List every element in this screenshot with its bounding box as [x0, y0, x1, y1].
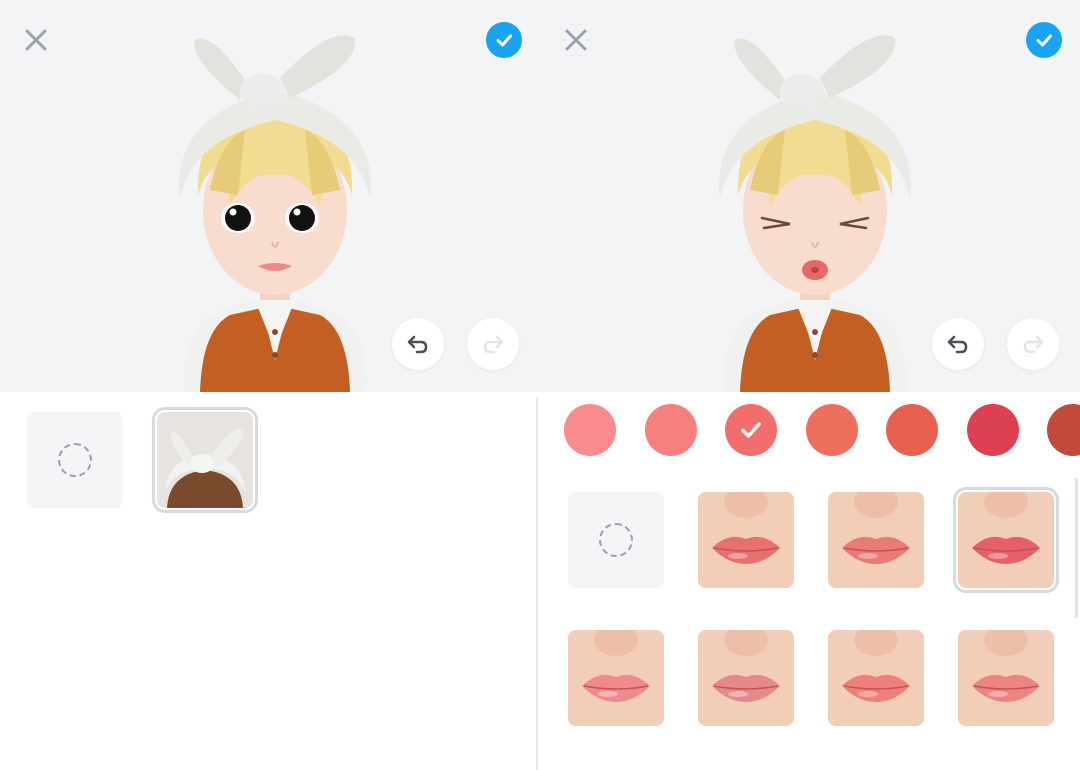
color-swatch[interactable] — [886, 404, 938, 456]
redo-icon — [1023, 335, 1044, 354]
undo-icon — [407, 335, 428, 354]
color-swatch[interactable] — [644, 404, 697, 456]
lips-thumbnail — [958, 630, 1054, 726]
lips-thumbnail — [698, 492, 794, 588]
check-circle-icon — [496, 34, 512, 47]
check-icon — [741, 422, 761, 438]
avatar-preview — [0, 0, 540, 392]
avatar-3d — [719, 35, 911, 392]
lips-thumbnail — [828, 630, 924, 726]
lip-color-swatches — [540, 404, 1080, 462]
color-swatch[interactable] — [725, 404, 777, 456]
item-lips-style-4[interactable] — [568, 630, 664, 726]
item-lips-style-5[interactable] — [698, 630, 794, 726]
color-swatch[interactable] — [966, 404, 1019, 456]
redo-button[interactable] — [467, 318, 519, 370]
undo-button[interactable] — [932, 318, 984, 370]
close-icon — [565, 29, 587, 51]
panel-divider — [536, 398, 538, 770]
item-lips-style-6[interactable] — [828, 630, 924, 726]
undo-icon — [947, 335, 968, 354]
none-dashed-circle-icon — [599, 523, 633, 557]
none-dashed-circle-icon — [58, 443, 92, 477]
color-swatch[interactable] — [1047, 404, 1080, 456]
item-lips-style-7[interactable] — [958, 630, 1054, 726]
lips-thumbnail — [828, 492, 924, 588]
redo-button[interactable] — [1007, 318, 1059, 370]
item-none[interactable] — [27, 412, 123, 508]
editor-panel-lips — [540, 0, 1080, 770]
lips-thumbnail — [698, 630, 794, 726]
app-screenshot-pair — [0, 0, 1080, 770]
confirm-button[interactable] — [486, 22, 522, 58]
color-swatch[interactable] — [805, 404, 858, 456]
item-lips-style-3[interactable] — [953, 487, 1059, 593]
close-button[interactable] — [20, 24, 52, 56]
item-headband-bow[interactable] — [152, 407, 258, 513]
headband-bow-thumbnail — [157, 412, 253, 508]
close-icon — [25, 29, 47, 51]
undo-button[interactable] — [392, 318, 444, 370]
avatar-3d — [179, 35, 371, 392]
item-none[interactable] — [568, 492, 664, 588]
scrollbar[interactable] — [1075, 478, 1078, 618]
item-lips-style-1[interactable] — [698, 492, 794, 588]
item-lips-style-2[interactable] — [828, 492, 924, 588]
check-circle-icon — [1036, 34, 1052, 47]
avatar-preview — [540, 0, 1080, 392]
lips-thumbnail — [568, 630, 664, 726]
close-button[interactable] — [560, 24, 592, 56]
redo-icon — [483, 335, 504, 354]
color-swatch[interactable] — [564, 404, 616, 456]
lips-thumbnail — [958, 492, 1054, 588]
editor-panel-headwear — [0, 0, 540, 770]
confirm-button[interactable] — [1026, 22, 1062, 58]
